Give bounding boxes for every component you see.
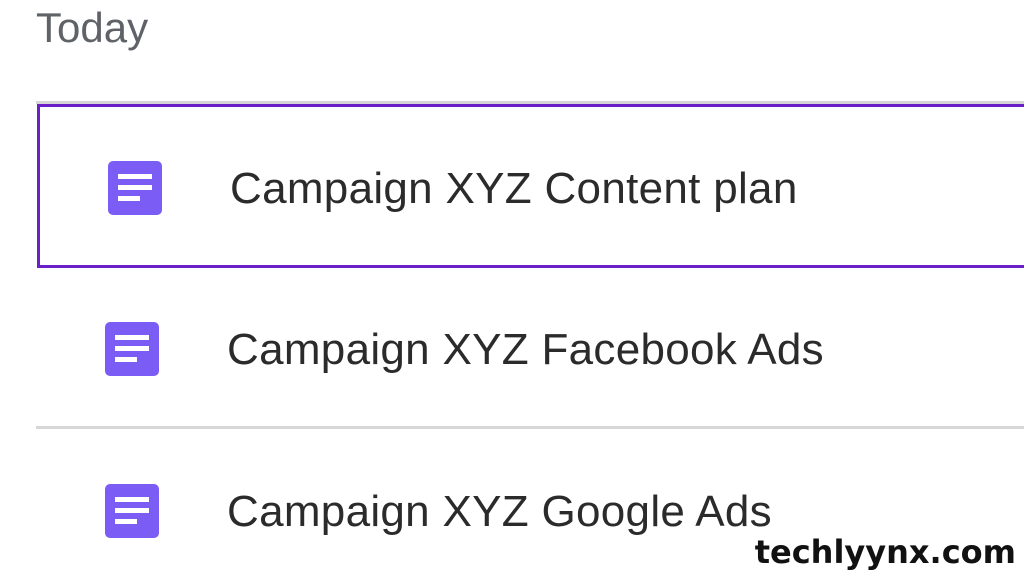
file-row-content-plan[interactable]: Campaign XYZ Content plan <box>37 104 1024 268</box>
document-icon <box>108 161 162 215</box>
file-name: Campaign XYZ Content plan <box>230 164 798 213</box>
divider <box>36 426 1024 429</box>
document-icon <box>105 484 159 538</box>
file-name: Campaign XYZ Facebook Ads <box>227 325 824 374</box>
watermark-text: techlyynx.com <box>752 532 1018 572</box>
document-icon <box>105 322 159 376</box>
file-name: Campaign XYZ Google Ads <box>227 487 772 536</box>
file-list: Campaign XYZ Content plan Campaign XYZ F… <box>0 0 1024 576</box>
file-row-facebook-ads[interactable]: Campaign XYZ Facebook Ads <box>37 270 1024 430</box>
